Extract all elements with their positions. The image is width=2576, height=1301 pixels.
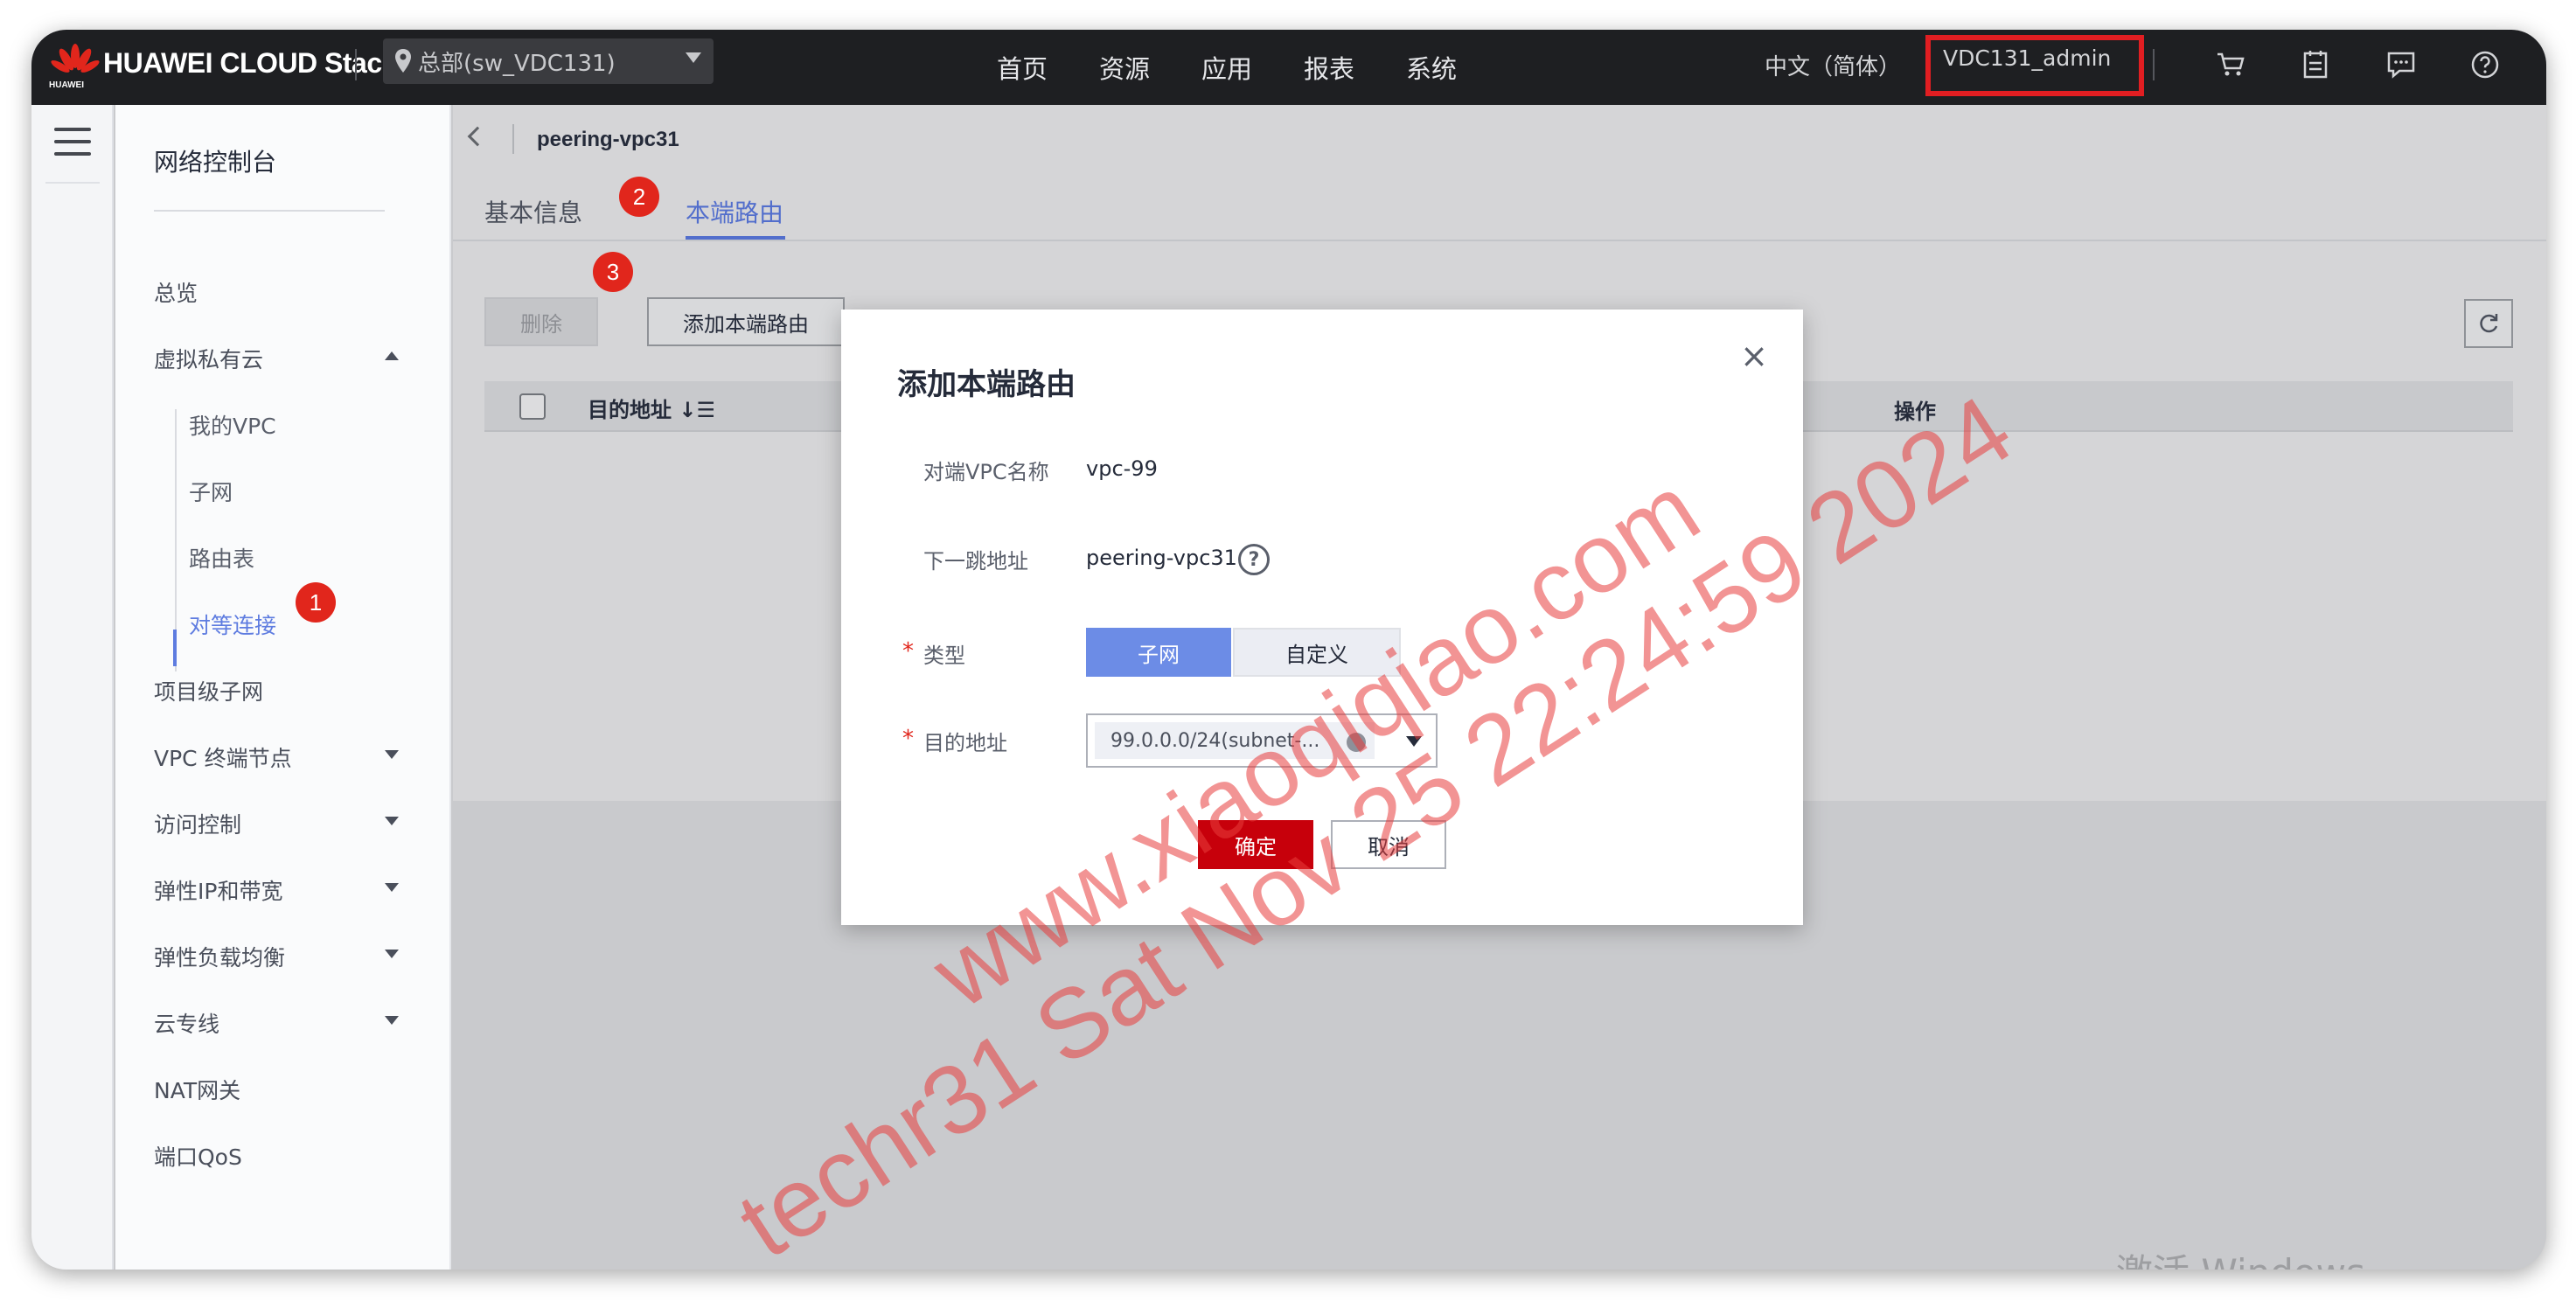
sidebar-item-vpc-endpoint[interactable]: VPC 终端节点 — [154, 741, 428, 773]
region-selector[interactable]: 总部(sw_VDC131) — [383, 38, 714, 84]
sidebar-item-vpc-group[interactable]: 虚拟私有云 — [154, 343, 428, 374]
type-option-subnet[interactable]: 子网 — [1086, 628, 1231, 677]
sidebar: 网络控制台 总览 虚拟私有云 我的VPC 子网 路由表 对等连接 项目级子网 V… — [115, 105, 451, 1270]
step-badge-3: 3 — [593, 252, 633, 292]
nav-resources[interactable]: 资源 — [1099, 49, 1201, 86]
select-all-checkbox[interactable] — [519, 393, 546, 420]
sidebar-item-label: 虚拟私有云 — [154, 347, 264, 372]
language-selector[interactable]: 中文（简体） — [1765, 49, 1901, 81]
logo-subtext: HUAWEI — [49, 80, 84, 90]
divider — [154, 210, 385, 212]
divider — [453, 240, 2546, 241]
required-mark: * — [902, 638, 914, 664]
sidebar-title: 网络控制台 — [154, 148, 277, 177]
required-mark: * — [902, 726, 914, 752]
chevron-down-icon[interactable] — [1406, 736, 1422, 747]
cancel-button[interactable]: 取消 — [1331, 820, 1446, 869]
sidebar-item-my-vpc[interactable]: 我的VPC — [189, 409, 276, 441]
chevron-down-icon — [385, 750, 399, 759]
sidebar-item-label: 弹性IP和带宽 — [154, 879, 283, 904]
divider — [512, 124, 514, 154]
sidebar-item-overview[interactable]: 总览 — [154, 276, 428, 308]
step-badge-2: 2 — [619, 177, 659, 217]
next-hop-value: peering-vpc31 — [1086, 546, 1237, 570]
active-indicator — [173, 630, 177, 666]
nav-reports[interactable]: 报表 — [1304, 49, 1406, 86]
nav-system[interactable]: 系统 — [1406, 49, 1508, 86]
add-route-dialog: 添加本端路由 × 对端VPC名称 vpc-99 下一跳地址 peering-vp… — [841, 310, 1803, 925]
refresh-icon — [2480, 314, 2498, 333]
destination-select[interactable]: 99.0.0.0/24(subnet-... — [1086, 713, 1438, 768]
sidebar-item-label: VPC 终端节点 — [154, 746, 292, 771]
tab-local-routes[interactable]: 本端路由 — [686, 194, 783, 229]
sidebar-item-route-table[interactable]: 路由表 — [189, 542, 254, 574]
cart-icon[interactable] — [2212, 45, 2251, 84]
step-badge-1: 1 — [296, 582, 336, 623]
location-pin-icon — [395, 49, 411, 73]
page-title: peering-vpc31 — [537, 128, 679, 151]
close-icon[interactable]: × — [1737, 339, 1772, 374]
region-label: 总部(sw_VDC131) — [418, 50, 616, 77]
chevron-down-icon — [385, 950, 399, 958]
sidebar-item-elb[interactable]: 弹性负载均衡 — [154, 941, 428, 972]
top-bar: HUAWEI HUAWEI CLOUD Stack 总部(sw_VDC131) … — [31, 30, 2546, 105]
divider — [45, 182, 100, 184]
type-option-custom[interactable]: 自定义 — [1233, 628, 1401, 677]
divider — [355, 49, 357, 80]
os-activation-notice: 激活 Windows — [2116, 1243, 2365, 1270]
next-hop-label: 下一跳地址 — [923, 549, 1028, 574]
sidebar-item-project-subnet[interactable]: 项目级子网 — [154, 675, 428, 706]
help-icon[interactable]: ? — [1238, 544, 1270, 575]
peer-vpc-value: vpc-99 — [1086, 456, 1158, 481]
sidebar-item-direct-connect[interactable]: 云专线 — [154, 1007, 428, 1039]
refresh-button[interactable] — [2464, 299, 2513, 348]
sidebar-item-label: 弹性负载均衡 — [154, 945, 286, 971]
sidebar-item-eip[interactable]: 弹性IP和带宽 — [154, 874, 428, 906]
nav-applications[interactable]: 应用 — [1201, 49, 1304, 86]
sidebar-item-peering[interactable]: 对等连接 — [189, 609, 276, 640]
nav-rail — [31, 105, 114, 1270]
column-actions: 操作 — [1894, 400, 1936, 424]
menu-icon[interactable] — [54, 128, 91, 159]
sidebar-item-access-control[interactable]: 访问控制 — [154, 808, 428, 839]
chevron-down-icon — [385, 1016, 399, 1025]
selected-subnet-text: 99.0.0.0/24(subnet-... — [1110, 729, 1320, 752]
divider — [2153, 49, 2155, 80]
destination-label: 目的地址 — [923, 731, 1007, 755]
remove-tag-icon[interactable] — [1347, 733, 1366, 752]
chevron-down-icon — [385, 817, 399, 825]
type-label: 类型 — [923, 644, 965, 668]
app-window: HUAWEI HUAWEI CLOUD Stack 总部(sw_VDC131) … — [31, 30, 2546, 1270]
chevron-up-icon — [385, 351, 399, 360]
selected-subnet-tag: 99.0.0.0/24(subnet-... — [1095, 722, 1375, 759]
confirm-button[interactable]: 确定 — [1198, 820, 1313, 869]
message-icon[interactable] — [2382, 45, 2420, 84]
dialog-title: 添加本端路由 — [897, 367, 1076, 402]
column-destination[interactable]: 目的地址 ↓☰ — [588, 393, 715, 423]
product-name: HUAWEI CLOUD Stack — [103, 47, 397, 79]
peer-vpc-label: 对端VPC名称 — [923, 460, 1049, 484]
sidebar-item-nat[interactable]: NAT网关 — [154, 1074, 428, 1105]
user-menu[interactable]: VDC131_admin — [1943, 45, 2111, 71]
add-local-route-button[interactable]: 添加本端路由 — [647, 297, 845, 346]
back-icon[interactable] — [467, 126, 488, 147]
sidebar-item-label: 云专线 — [154, 1012, 220, 1037]
help-icon[interactable] — [2466, 45, 2504, 84]
top-nav: 首页 资源 应用 报表 系统 — [997, 49, 1508, 86]
chevron-down-icon — [385, 883, 399, 892]
delete-button[interactable]: 删除 — [484, 297, 598, 346]
sidebar-item-subnet[interactable]: 子网 — [189, 476, 233, 507]
sidebar-item-label: 访问控制 — [154, 812, 242, 838]
sidebar-item-port-qos[interactable]: 端口QoS — [154, 1140, 428, 1172]
calendar-icon[interactable] — [2296, 45, 2335, 84]
chevron-down-icon — [686, 52, 701, 63]
nav-home[interactable]: 首页 — [997, 49, 1099, 86]
tab-basic-info[interactable]: 基本信息 — [484, 194, 582, 229]
